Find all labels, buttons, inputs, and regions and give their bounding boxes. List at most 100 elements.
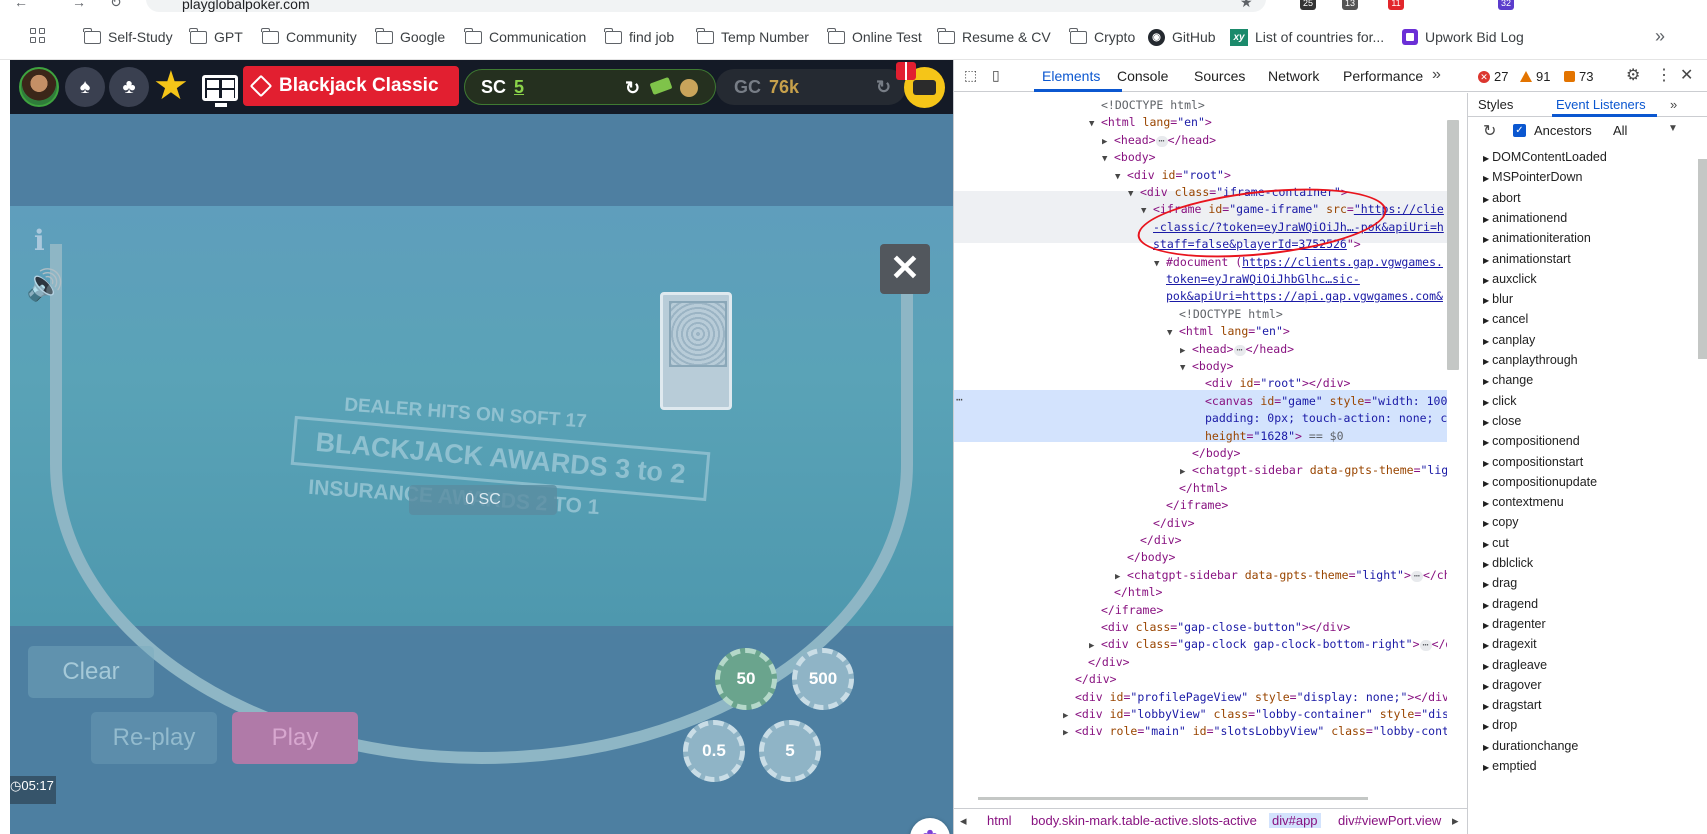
filter-select[interactable]: All (1613, 123, 1627, 138)
expand-toggle-icon[interactable]: ▶ (1063, 725, 1075, 742)
gc-balance[interactable]: GC 76k ↻ (716, 69, 906, 105)
dom-node-line[interactable]: height="1628"> == $0 (1193, 428, 1344, 445)
error-count[interactable]: ✕ 27 (1478, 69, 1508, 84)
event-listener-item[interactable]: drag (1483, 576, 1517, 590)
dom-node-line[interactable]: </iframe> (1089, 602, 1163, 619)
event-listener-item[interactable]: dragexit (1483, 637, 1536, 651)
bookmark-crypto[interactable]: Crypto (1069, 26, 1135, 48)
cherries-icon[interactable]: ♣ (109, 67, 149, 107)
bookmark-online-test[interactable]: Online Test (827, 26, 922, 48)
bookmark-temp-number[interactable]: Temp Number (696, 26, 809, 48)
elements-vertical-scrollbar[interactable] (1447, 120, 1459, 370)
clear-button[interactable]: Clear (28, 646, 154, 698)
event-listener-item[interactable]: change (1483, 373, 1533, 387)
dom-node-line[interactable]: ▶ <head> ⋯ </head> (1180, 341, 1294, 358)
bookmark-list-of-countries[interactable]: xy List of countries for... (1230, 26, 1384, 48)
address-bar[interactable]: playglobalpoker.com (146, 0, 1266, 12)
event-listener-item[interactable]: animationstart (1483, 252, 1571, 266)
dom-node-line[interactable]: padding: 0px; touch-action: none; c (1193, 410, 1447, 427)
event-listener-item[interactable]: dblclick (1483, 556, 1533, 570)
dom-node-line[interactable]: ▶ <div id="lobbyView" class="lobby-contai… (1063, 706, 1447, 723)
chevron-down-icon[interactable]: ▼ (1668, 123, 1678, 134)
expand-toggle-icon[interactable]: ▼ (1115, 169, 1127, 186)
tab-network[interactable]: Network (1268, 68, 1319, 84)
breadcrumb-html[interactable]: html (987, 813, 1012, 828)
dom-node-line[interactable]: </html> (1102, 584, 1162, 601)
side-vertical-scrollbar[interactable] (1696, 151, 1707, 834)
dom-node-line[interactable]: ▼ <body> (1102, 149, 1156, 166)
settings-gear-icon[interactable]: ⚙ (1626, 65, 1640, 85)
dom-node-line[interactable]: <canvas id="game" style="width: 100 (1193, 393, 1447, 410)
event-listener-item[interactable]: DOMContentLoaded (1483, 150, 1607, 164)
dom-node-line[interactable]: </iframe> (1154, 497, 1228, 514)
dom-node-line[interactable]: </div> (1076, 654, 1130, 671)
bookmark-github[interactable]: ◉ GitHub (1148, 26, 1216, 48)
event-listener-item[interactable]: canplay (1483, 333, 1535, 347)
dom-node-line[interactable]: ▶ <head> ⋯ </head> (1102, 132, 1216, 149)
expand-toggle-icon[interactable]: ▼ (1128, 186, 1140, 203)
gift-icon[interactable] (896, 62, 916, 80)
expand-toggle-icon[interactable]: ▼ (1089, 116, 1101, 133)
forward-icon[interactable]: → (72, 0, 86, 10)
scrollbar-thumb[interactable] (1698, 159, 1707, 359)
event-listener-item[interactable]: close (1483, 414, 1521, 428)
dom-node-line[interactable]: ▼ <div id="root"> (1115, 167, 1231, 184)
bookmark-community[interactable]: Community (261, 26, 357, 48)
extension-badge[interactable]: 25 (1300, 0, 1316, 10)
chip-500[interactable]: 500 (792, 648, 854, 710)
play-button[interactable]: Play (232, 712, 358, 764)
refresh-sc-icon[interactable]: ↻ (625, 70, 640, 106)
dom-node-line[interactable]: <div id="profilePageView" style="display… (1063, 689, 1447, 706)
extension-badge[interactable]: 11 (1388, 0, 1404, 10)
kebab-menu-icon[interactable]: ⋮ (1656, 65, 1672, 85)
node-actions-icon[interactable]: ⋯ (956, 393, 963, 406)
event-listener-item[interactable]: compositionupdate (1483, 475, 1597, 489)
tab-styles[interactable]: Styles (1478, 97, 1513, 112)
refresh-icon[interactable]: ↻ (1483, 121, 1496, 141)
dom-node-line[interactable]: token=eyJraWQiOiJhbGlhc…sic- (1154, 271, 1360, 288)
dom-node-line[interactable]: ▶ <chatgpt-sidebar data-gpts-theme="light… (1115, 567, 1447, 584)
dom-node-line[interactable]: pok&apiUri=https://api.gap.vgwgames.com& (1154, 288, 1443, 305)
event-listener-item[interactable]: cut (1483, 536, 1509, 550)
dom-node-line[interactable]: ▼ <body> (1180, 358, 1234, 375)
more-side-tabs-icon[interactable]: » (1670, 97, 1677, 112)
event-listener-item[interactable]: auxclick (1483, 272, 1536, 286)
tab-console[interactable]: Console (1117, 68, 1168, 84)
tab-performance[interactable]: Performance (1343, 68, 1423, 84)
event-listener-item[interactable]: dragend (1483, 597, 1538, 611)
expand-toggle-icon[interactable]: ▼ (1102, 151, 1114, 168)
event-listener-item[interactable]: MSPointerDown (1483, 170, 1582, 184)
horizontal-scrollbar[interactable] (960, 794, 1430, 800)
extension-badge[interactable]: 13 (1342, 0, 1358, 10)
dom-token[interactable]: token=eyJraWQiOiJhbGlhc…sic- (1166, 272, 1360, 286)
event-listener-item[interactable]: animationend (1483, 211, 1567, 225)
event-listener-item[interactable]: abort (1483, 191, 1521, 205)
dom-node-line[interactable]: ▶ <chatgpt-sidebar data-gpts-theme="lig (1180, 462, 1447, 479)
device-toolbar-icon[interactable]: ▯ (992, 67, 1010, 83)
more-tabs-icon[interactable]: » (1432, 66, 1441, 84)
event-listener-item[interactable]: copy (1483, 515, 1518, 529)
event-listener-item[interactable]: dragenter (1483, 617, 1546, 631)
dom-node-line[interactable]: <div id="root"></div> (1193, 375, 1350, 392)
info-icon[interactable]: i (34, 224, 45, 257)
bookmark-self-study[interactable]: Self-Study (83, 26, 173, 48)
event-listener-item[interactable]: dragleave (1483, 658, 1547, 672)
bookmark-communication[interactable]: Communication (464, 26, 586, 48)
dom-node-line[interactable]: <!DOCTYPE html> (1089, 97, 1205, 114)
dom-token[interactable]: pok&apiUri=https://api.gap.vgwgames.com& (1166, 289, 1443, 303)
dom-node-line[interactable]: <div class="gap-close-button"></div> (1089, 619, 1350, 636)
event-listener-item[interactable]: compositionend (1483, 434, 1580, 448)
breadcrumb-right-arrow-icon[interactable]: ▸ (1452, 813, 1459, 829)
tab-event-listeners[interactable]: Event Listeners (1556, 97, 1646, 112)
dom-node-line[interactable]: ▶ <div role="main" id="slotsLobbyView" cl… (1063, 723, 1447, 740)
bookmark-gpt[interactable]: GPT (189, 26, 243, 48)
spade-icon[interactable]: ♠ (65, 67, 105, 107)
star-icon[interactable]: ★ (153, 64, 189, 108)
extension-badge[interactable]: 32 (1498, 0, 1514, 10)
bookmark-google[interactable]: Google (375, 26, 445, 48)
dom-token[interactable]: https://clients.gap.vgwgames. (1242, 255, 1443, 269)
dom-node-line[interactable]: </div> (1063, 671, 1117, 688)
chip-5[interactable]: 5 (759, 720, 821, 782)
dom-node-line[interactable]: <!DOCTYPE html> (1167, 306, 1283, 323)
bookmark-upwork-bid-log[interactable]: Upwork Bid Log (1402, 26, 1524, 48)
